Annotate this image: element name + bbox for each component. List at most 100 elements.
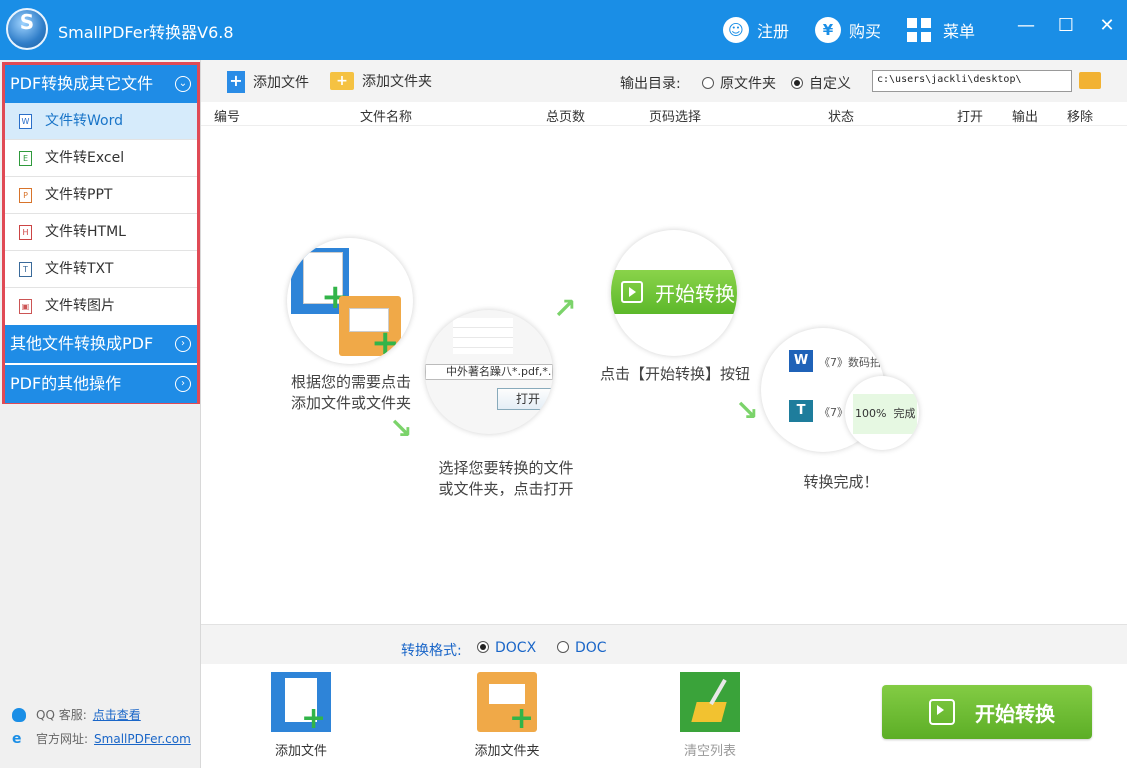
- sidebar-item-label: 文件转PPT: [45, 187, 113, 203]
- add-file-icon: +: [227, 71, 245, 93]
- sidebar-item-label: 文件转图片: [45, 298, 115, 314]
- menu-label: 菜单: [943, 22, 976, 41]
- column-header: 总页数: [546, 110, 586, 125]
- sidebar-item-image[interactable]: ▣ 文件转图片: [5, 288, 197, 325]
- register-button[interactable]: ☺ 注册: [723, 16, 789, 44]
- word-icon: W: [789, 350, 813, 372]
- sidebar-item-html[interactable]: H 文件转HTML: [5, 214, 197, 251]
- file-table-header: 编号 文件名称 总页数 页码选择 状态 打开 输出 移除: [201, 102, 1127, 126]
- sidebar-item-label: 文件转Word: [45, 113, 123, 129]
- chevron-right-icon: ›: [175, 336, 191, 352]
- start-convert-label: 开始转换: [975, 701, 1055, 726]
- column-header: 编号: [214, 110, 241, 125]
- add-folder-icon: +: [330, 72, 354, 90]
- sidebar-item-label: 文件转TXT: [45, 261, 114, 277]
- format-doc-option[interactable]: DOC: [557, 640, 607, 656]
- maximize-button[interactable]: ☐: [1054, 14, 1078, 38]
- arrow-icon: ↘: [389, 412, 413, 445]
- add-folder-button[interactable]: + 添加文件夹: [330, 71, 432, 91]
- minimize-button[interactable]: —: [1014, 14, 1038, 38]
- output-dir-label: 输出目录:: [620, 76, 681, 92]
- site-label: 官方网址:: [36, 732, 89, 746]
- qq-link[interactable]: 点击查看: [93, 706, 141, 723]
- browse-folder-icon[interactable]: [1079, 72, 1101, 89]
- buy-button[interactable]: ¥ 购买: [815, 16, 881, 44]
- html-file-icon: H: [19, 225, 32, 240]
- sidebar-item-txt[interactable]: T 文件转TXT: [5, 251, 197, 288]
- category-label: PDF的其他操作: [10, 374, 122, 393]
- step4-text: 转换完成！: [803, 473, 879, 491]
- chevron-right-icon: ›: [175, 376, 191, 392]
- step3-text: 点击【开始转换】按钮: [599, 365, 750, 383]
- plus-icon: +: [371, 323, 400, 363]
- bottom-add-file-button[interactable]: + 添加文件: [261, 672, 341, 759]
- radio-custom[interactable]: [791, 77, 803, 89]
- format-docx-option[interactable]: DOCX: [477, 640, 536, 656]
- ppt-file-icon: P: [19, 188, 32, 203]
- guide-area: + + 根据您的需要点击 添加文件或文件夹 ↘ 中外著名躁八*.pdf,*. 打…: [201, 126, 1127, 624]
- register-label: 注册: [757, 22, 790, 41]
- bottom-actions: + 添加文件 + 添加文件夹 清空列表 开始转换: [201, 664, 1127, 768]
- add-folder-large-icon: +: [477, 672, 537, 734]
- radio-original[interactable]: [702, 77, 714, 89]
- start-convert-button[interactable]: 开始转换: [882, 685, 1092, 739]
- category-pdf-other-ops[interactable]: PDF的其他操作 ›: [5, 365, 197, 403]
- sidebar-item-label: 文件转HTML: [45, 224, 126, 240]
- output-original-option[interactable]: 原文件夹: [702, 73, 776, 93]
- play-icon: [929, 699, 955, 725]
- qq-label: QQ 客服:: [36, 708, 87, 722]
- clear-list-button[interactable]: 清空列表: [670, 672, 750, 759]
- step3-illustration: 开始转换: [611, 230, 737, 356]
- output-path-input[interactable]: c:\users\jackli\desktop\: [872, 70, 1072, 92]
- add-file-large-icon: +: [271, 672, 331, 734]
- output-custom-option[interactable]: 自定义: [791, 73, 851, 93]
- start-button-illustration: 开始转换: [611, 270, 737, 314]
- sidebar-menu: PDF转换成其它文件 ⌄ W 文件转Word E 文件转Excel P 文件转P…: [2, 62, 200, 404]
- user-icon: ☺: [723, 17, 749, 43]
- option-label: 自定义: [809, 76, 851, 92]
- sidebar-item-word[interactable]: W 文件转Word: [5, 103, 197, 140]
- image-file-icon: ▣: [19, 299, 32, 314]
- txt-file-icon: T: [19, 262, 32, 277]
- sidebar-item-label: 文件转Excel: [45, 150, 125, 166]
- file-name-field: 中外著名躁八*.pdf,*.: [425, 364, 553, 380]
- category-label: PDF转换成其它文件: [10, 74, 154, 93]
- toolbar: + 添加文件 + 添加文件夹 输出目录: 原文件夹 自定义 c:\users\j…: [201, 60, 1127, 102]
- add-file-label: 添加文件: [253, 75, 309, 91]
- official-site: e 官方网址: SmallPDFer.com: [12, 730, 191, 747]
- sidebar-item-ppt[interactable]: P 文件转PPT: [5, 177, 197, 214]
- arrow-icon: ↗: [553, 292, 577, 325]
- title-bar: SmallPDFer转换器V6.8 ☺ 注册 ¥ 购买 菜单 — ☐ ✕: [0, 0, 1127, 60]
- buy-label: 购买: [849, 22, 882, 41]
- step1-illustration: + +: [287, 238, 413, 364]
- broom-icon: [680, 672, 740, 732]
- yen-icon: ¥: [815, 17, 841, 43]
- site-link[interactable]: SmallPDFer.com: [94, 732, 191, 746]
- add-folder-label: 添加文件夹: [362, 74, 432, 90]
- column-header: 打开: [957, 110, 984, 125]
- txt-icon: T: [789, 400, 813, 422]
- bottom-add-folder-label: 添加文件夹: [474, 744, 540, 759]
- menu-button[interactable]: 菜单: [907, 16, 975, 44]
- column-header: 移除: [1067, 110, 1094, 125]
- qq-support: QQ 客服: 点击查看: [12, 706, 141, 723]
- sidebar-item-excel[interactable]: E 文件转Excel: [5, 140, 197, 177]
- step2-illustration: 中外著名躁八*.pdf,*. 打开: [425, 310, 553, 434]
- column-header: 页码选择: [649, 110, 702, 125]
- bottom-add-folder-button[interactable]: + 添加文件夹: [467, 672, 547, 759]
- play-icon: [621, 281, 643, 303]
- excel-file-icon: E: [19, 151, 32, 166]
- arrow-icon: ↘: [735, 394, 759, 427]
- format-bar: 转换格式: DOCX DOC: [201, 624, 1127, 664]
- word-file-icon: W: [19, 114, 32, 129]
- add-file-button[interactable]: + 添加文件: [227, 71, 309, 93]
- column-header: 文件名称: [360, 110, 413, 125]
- clear-list-label: 清空列表: [683, 744, 736, 759]
- open-button-illustration: 打开: [497, 388, 553, 410]
- category-pdf-to-other[interactable]: PDF转换成其它文件 ⌄: [5, 65, 197, 103]
- app-logo-icon: [6, 8, 48, 50]
- radio-doc[interactable]: [557, 641, 569, 653]
- category-other-to-pdf[interactable]: 其他文件转换成PDF ›: [5, 325, 197, 363]
- radio-docx[interactable]: [477, 641, 489, 653]
- close-button[interactable]: ✕: [1095, 14, 1119, 38]
